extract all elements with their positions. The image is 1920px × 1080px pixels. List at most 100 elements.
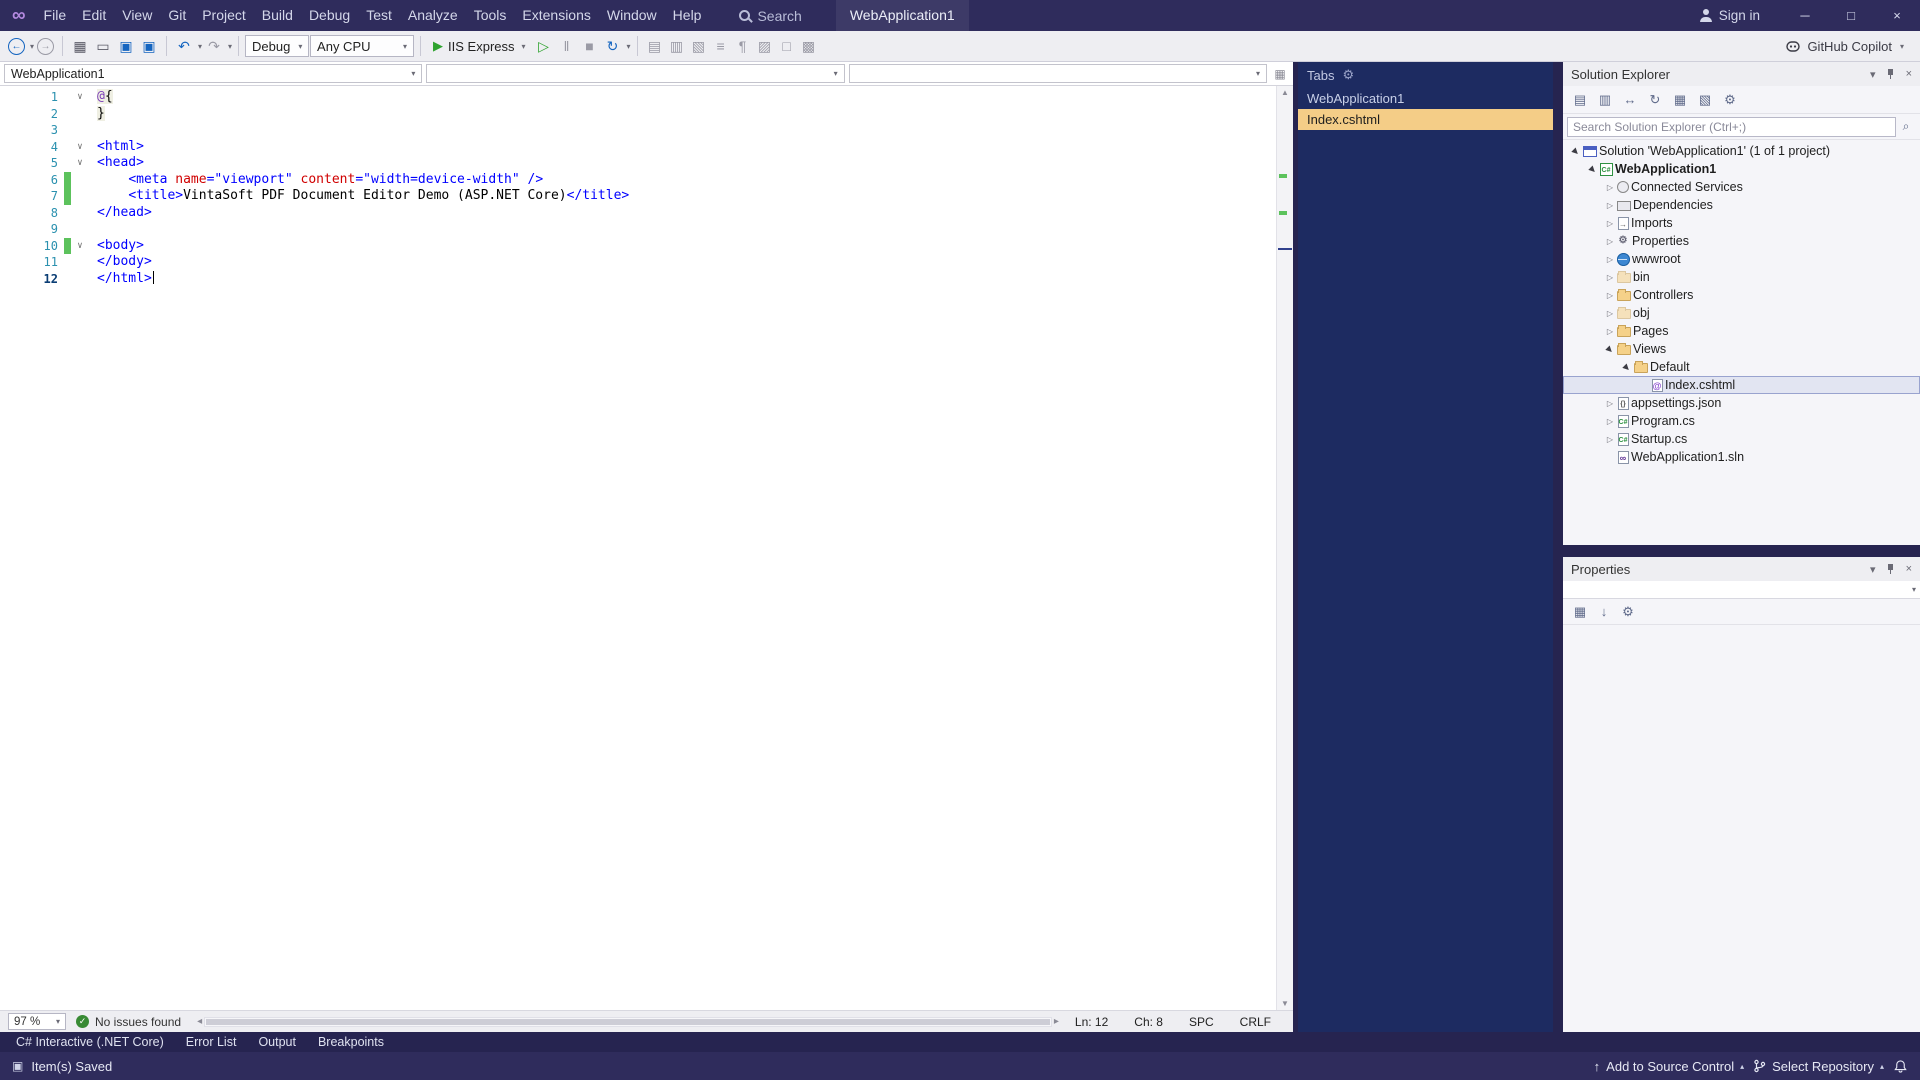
close-button[interactable]: × bbox=[1874, 0, 1920, 31]
panel-tab-breakpoints[interactable]: Breakpoints bbox=[308, 1032, 394, 1052]
panel-options-icon[interactable]: ▾ bbox=[1870, 68, 1876, 81]
menu-extensions[interactable]: Extensions bbox=[514, 0, 598, 31]
tree-item-wwwroot[interactable]: ▷ wwwroot bbox=[1563, 250, 1920, 268]
menu-edit[interactable]: Edit bbox=[74, 0, 114, 31]
maximize-button[interactable]: □ bbox=[1828, 0, 1874, 31]
tree-item-imports[interactable]: ▷ Imports bbox=[1563, 214, 1920, 232]
horizontal-scroll-track[interactable] bbox=[204, 1016, 1052, 1027]
tree-expander-icon[interactable]: ▶ bbox=[1602, 341, 1618, 357]
code-line-10[interactable]: 10 ∨ <body> bbox=[0, 237, 1276, 254]
editor-tool-icon[interactable]: ▥ bbox=[666, 35, 688, 57]
panel-tab-c-interactive-net-core[interactable]: C# Interactive (.NET Core) bbox=[6, 1032, 174, 1052]
tree-expander-icon[interactable]: ▷ bbox=[1603, 219, 1617, 228]
menu-debug[interactable]: Debug bbox=[301, 0, 358, 31]
code-line-9[interactable]: 9 bbox=[0, 221, 1276, 238]
stop-icon[interactable]: ■ bbox=[579, 35, 601, 57]
code-line-7[interactable]: 7 <title>VintaSoft PDF Document Editor D… bbox=[0, 188, 1276, 205]
tree-expander-icon[interactable]: ▷ bbox=[1603, 201, 1617, 210]
editor-vertical-scrollbar[interactable]: ▲ ▼ bbox=[1276, 86, 1293, 1010]
tree-item-properties[interactable]: ▷ Properties bbox=[1563, 232, 1920, 250]
tree-item-startup-cs[interactable]: ▷ Startup.cs bbox=[1563, 430, 1920, 448]
zoom-level-dropdown[interactable]: 97 % ▾ bbox=[8, 1013, 66, 1030]
scroll-left-icon[interactable]: ◂ bbox=[197, 1016, 202, 1027]
tree-item-controllers[interactable]: ▷ Controllers bbox=[1563, 286, 1920, 304]
undo-dropdown-icon[interactable]: ▾ bbox=[198, 42, 202, 51]
menu-analyze[interactable]: Analyze bbox=[400, 0, 466, 31]
tree-expander-icon[interactable]: ▶ bbox=[1568, 143, 1584, 159]
scroll-up-icon[interactable]: ▲ bbox=[1277, 88, 1293, 97]
properties-icon[interactable]: ⚙ bbox=[1719, 90, 1741, 110]
editor-horizontal-scrollbar[interactable]: ◂ ▸ bbox=[191, 1016, 1065, 1027]
editor-tool-icon[interactable]: ¶ bbox=[732, 35, 754, 57]
menu-build[interactable]: Build bbox=[254, 0, 301, 31]
menu-git[interactable]: Git bbox=[160, 0, 194, 31]
code-line-6[interactable]: 6 <meta name="viewport" content="width=d… bbox=[0, 171, 1276, 188]
tree-expander-icon[interactable]: ▷ bbox=[1603, 309, 1617, 318]
tree-item-obj[interactable]: ▷ obj bbox=[1563, 304, 1920, 322]
tree-expander-icon[interactable]: ▶ bbox=[1619, 359, 1635, 375]
refresh-dropdown-icon[interactable]: ▾ bbox=[627, 42, 631, 51]
tree-item-dependencies[interactable]: ▷ Dependencies bbox=[1563, 196, 1920, 214]
tree-item-index-cshtml[interactable]: Index.cshtml bbox=[1563, 376, 1920, 394]
github-copilot-button[interactable]: GitHub Copilot ▾ bbox=[1785, 38, 1914, 54]
solution-search-input[interactable] bbox=[1567, 116, 1896, 137]
save-icon[interactable]: ▣ bbox=[115, 35, 137, 57]
scroll-right-icon[interactable]: ▸ bbox=[1054, 1016, 1059, 1027]
tree-item-default[interactable]: ▶ Default bbox=[1563, 358, 1920, 376]
editor-tool-icon[interactable]: ▤ bbox=[644, 35, 666, 57]
menu-view[interactable]: View bbox=[114, 0, 160, 31]
code-line-8[interactable]: 8 </head> bbox=[0, 205, 1276, 222]
gear-icon[interactable]: ⚙ bbox=[1342, 67, 1354, 83]
menu-window[interactable]: Window bbox=[599, 0, 665, 31]
save-all-icon[interactable]: ▣ bbox=[138, 35, 160, 57]
switch-views-icon[interactable]: ▤ bbox=[1569, 90, 1591, 110]
navigate-back-icon[interactable]: ← bbox=[8, 37, 25, 55]
code-line-2[interactable]: 2} bbox=[0, 105, 1276, 123]
start-debugging-button[interactable]: ▶ IIS Express ▾ bbox=[427, 35, 531, 57]
breadcrumb-member-dropdown[interactable]: ▾ bbox=[848, 64, 1267, 83]
tree-expander-icon[interactable]: ▷ bbox=[1603, 327, 1617, 336]
tree-item-solution-webapplication1-1-of-1-project[interactable]: ▶ Solution 'WebApplication1' (1 of 1 proj… bbox=[1563, 142, 1920, 160]
sign-in-button[interactable]: Sign in bbox=[1699, 8, 1760, 23]
menu-test[interactable]: Test bbox=[358, 0, 400, 31]
tree-expander-icon[interactable]: ▷ bbox=[1603, 399, 1617, 408]
breadcrumb-type-dropdown[interactable]: ▾ bbox=[426, 64, 845, 83]
tree-expander-icon[interactable]: ▷ bbox=[1603, 291, 1617, 300]
navigate-back-dropdown-icon[interactable]: ▾ bbox=[30, 42, 34, 51]
add-to-source-control-button[interactable]: ↑ Add to Source Control ▴ bbox=[1594, 1059, 1744, 1074]
tree-item-webapplication1-sln[interactable]: WebApplication1.sln bbox=[1563, 448, 1920, 466]
code-line-12[interactable]: 12 </html> bbox=[0, 270, 1276, 288]
alphabetical-icon[interactable]: ↓ bbox=[1593, 602, 1615, 622]
undo-icon[interactable]: ↶ bbox=[173, 35, 195, 57]
tree-item-bin[interactable]: ▷ bin bbox=[1563, 268, 1920, 286]
editor-tool-icon[interactable]: □ bbox=[776, 35, 798, 57]
tree-expander-icon[interactable]: ▷ bbox=[1603, 183, 1617, 192]
panel-tab-error-list[interactable]: Error List bbox=[176, 1032, 247, 1052]
start-without-debugging-icon[interactable]: ▷ bbox=[533, 35, 555, 57]
menu-project[interactable]: Project bbox=[194, 0, 254, 31]
tree-expander-icon[interactable]: ▷ bbox=[1603, 435, 1617, 444]
tree-item-pages[interactable]: ▷ Pages bbox=[1563, 322, 1920, 340]
tree-item-webapplication1[interactable]: ▶ WebApplication1 bbox=[1563, 160, 1920, 178]
select-repository-button[interactable]: Select Repository ▴ bbox=[1753, 1059, 1884, 1074]
editor-tool-icon[interactable]: ▧ bbox=[688, 35, 710, 57]
tabs-panel-item-webapplication1[interactable]: WebApplication1 bbox=[1298, 88, 1553, 109]
close-icon[interactable]: × bbox=[1906, 68, 1912, 80]
breadcrumb-project-dropdown[interactable]: WebApplication1 ▾ bbox=[4, 64, 423, 83]
editor-tool-icon[interactable]: ▩ bbox=[798, 35, 820, 57]
tree-item-appsettings-json[interactable]: ▷ appsettings.json bbox=[1563, 394, 1920, 412]
tree-expander-icon[interactable]: ▷ bbox=[1603, 237, 1617, 246]
search-icon[interactable]: ⌕ bbox=[1896, 119, 1916, 134]
tree-expander-icon[interactable]: ▷ bbox=[1603, 273, 1617, 282]
panel-tab-output[interactable]: Output bbox=[248, 1032, 306, 1052]
properties-object-dropdown[interactable]: ▾ bbox=[1563, 581, 1920, 599]
tree-expander-icon[interactable]: ▷ bbox=[1603, 255, 1617, 264]
pause-icon[interactable]: ‖ bbox=[556, 35, 578, 57]
redo-dropdown-icon[interactable]: ▾ bbox=[228, 42, 232, 51]
tree-item-connected-services[interactable]: ▷ Connected Services bbox=[1563, 178, 1920, 196]
open-file-icon[interactable]: ▭ bbox=[92, 35, 114, 57]
tree-item-program-cs[interactable]: ▷ Program.cs bbox=[1563, 412, 1920, 430]
tabs-panel-item-index-cshtml[interactable]: Index.cshtml bbox=[1298, 109, 1553, 130]
refresh-icon[interactable]: ↻ bbox=[1644, 90, 1666, 110]
code-line-5[interactable]: 5 ∨ <head> bbox=[0, 155, 1276, 172]
